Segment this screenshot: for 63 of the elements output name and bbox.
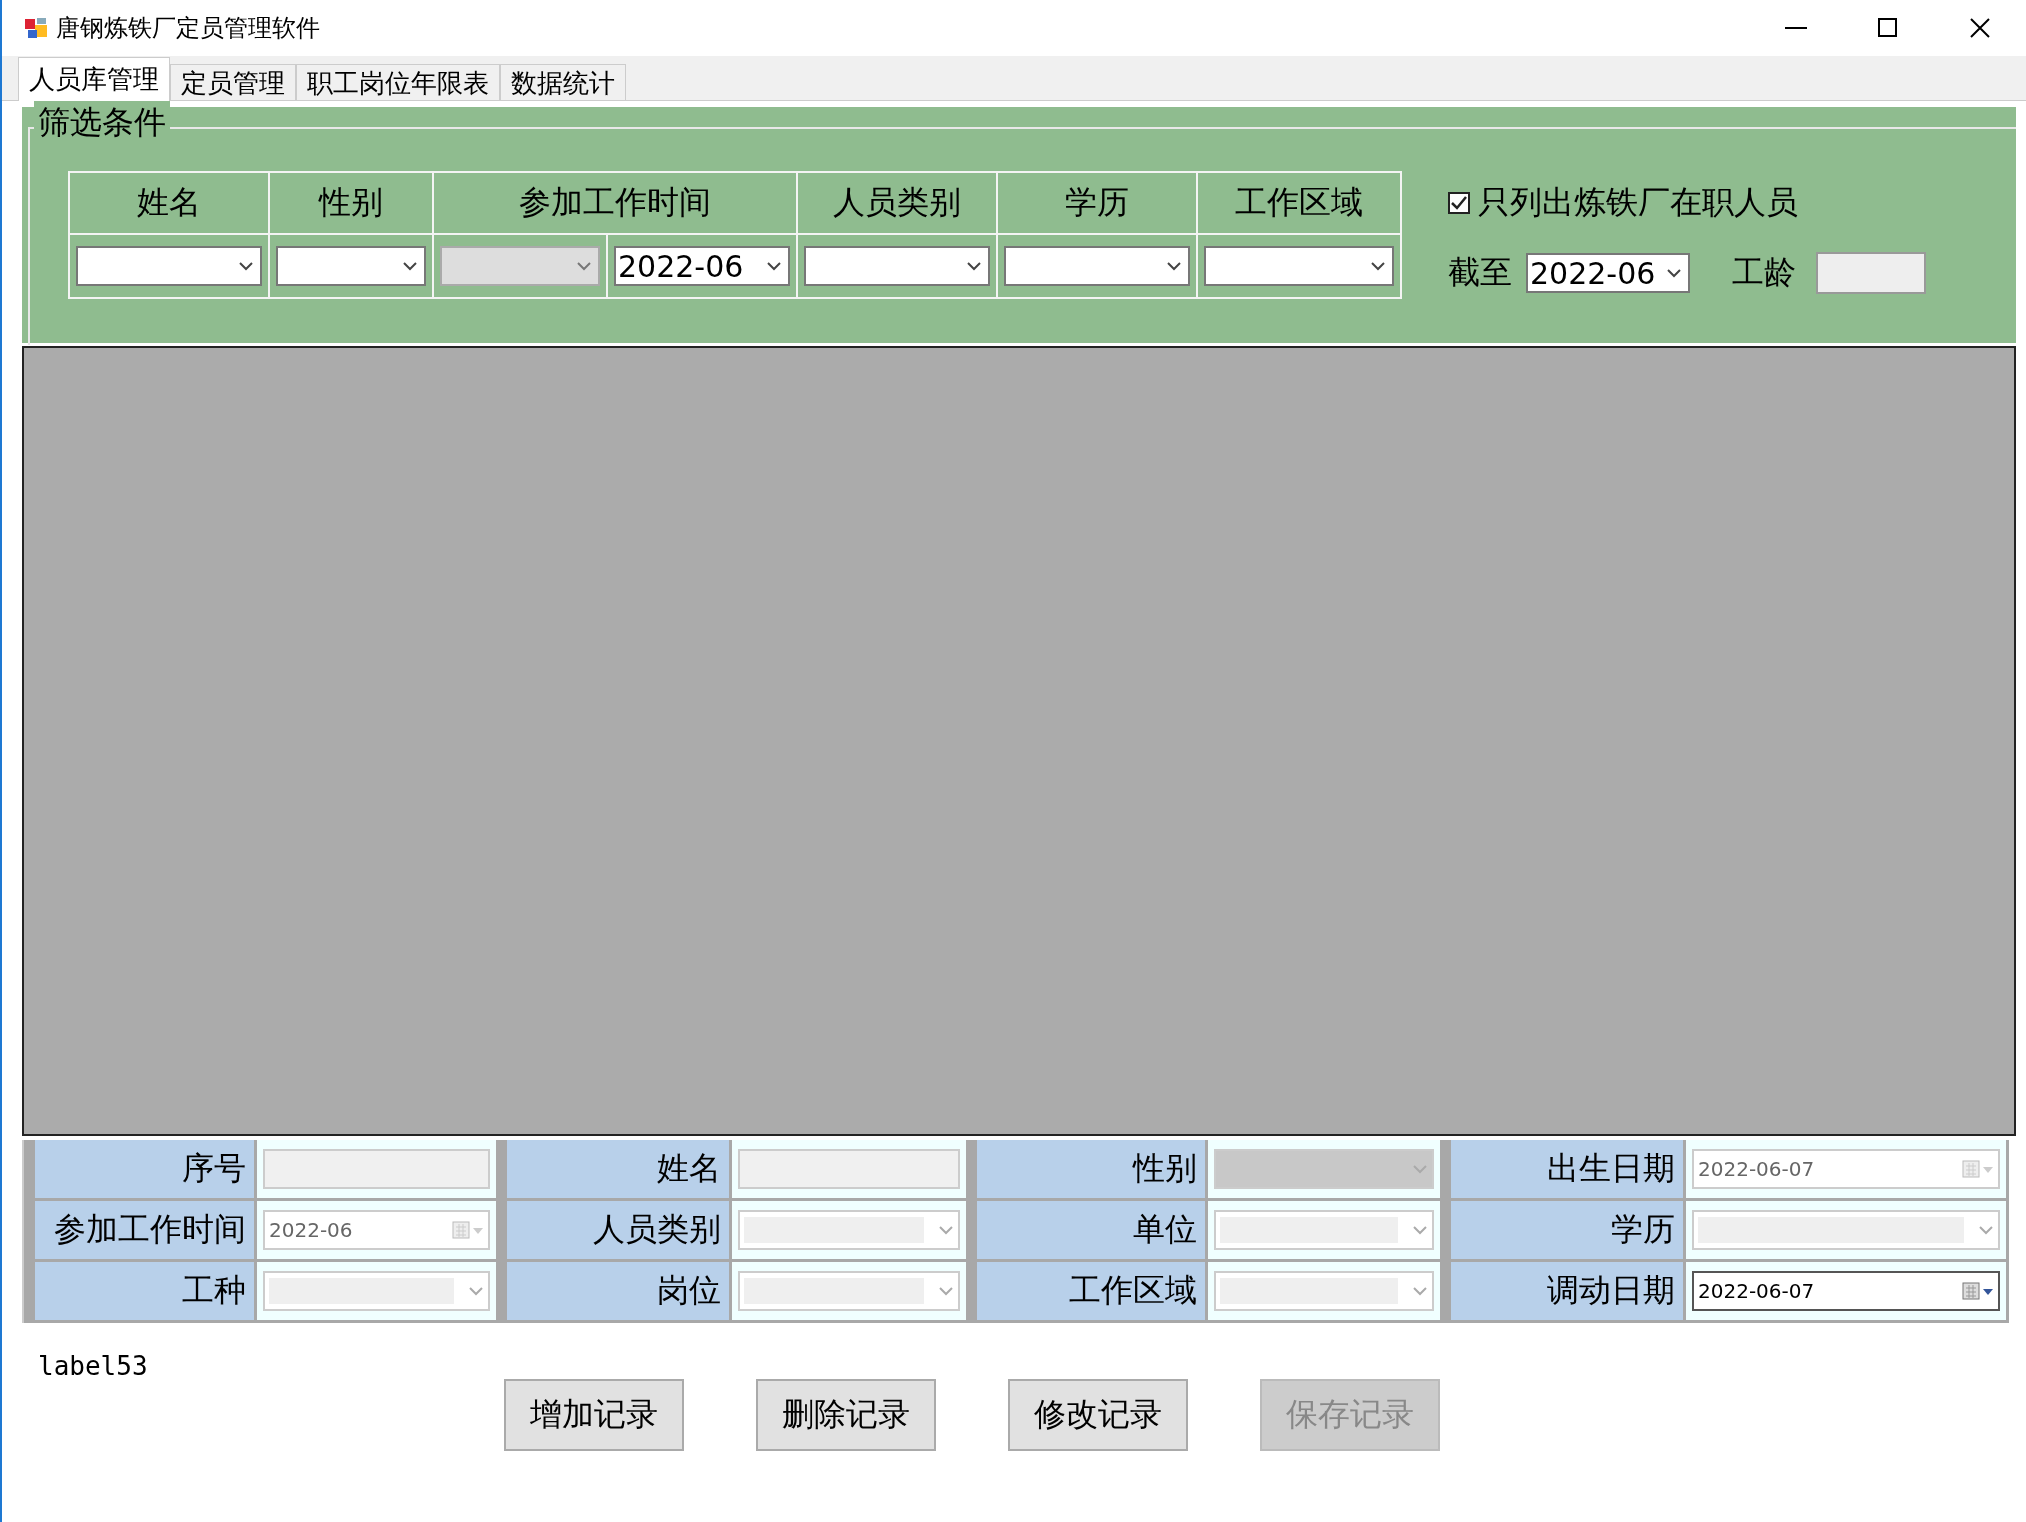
data-grid[interactable] — [22, 346, 2016, 1136]
column-header: 学历 — [998, 173, 1196, 235]
tab[interactable]: 定员管理 — [170, 64, 296, 100]
field-label: 截至 — [1448, 252, 1512, 293]
app-icon — [24, 16, 48, 40]
action-button[interactable]: 修改记录 — [1008, 1379, 1188, 1451]
maximize-icon — [1877, 17, 1899, 39]
caret-icon — [1978, 1224, 1994, 1236]
close-icon — [1969, 17, 1991, 39]
caret-icon — [966, 260, 982, 272]
field-label: 人员类别 — [507, 1201, 729, 1259]
calendar-icon — [1962, 1281, 1994, 1301]
field-label: 学历 — [1451, 1201, 1683, 1259]
tab[interactable]: 人员库管理 — [18, 57, 170, 101]
caret-icon — [766, 260, 782, 272]
caret-icon — [402, 260, 418, 272]
field-label: 性别 — [977, 1140, 1205, 1198]
caret-icon — [1666, 267, 1682, 279]
action-button[interactable]: 删除记录 — [756, 1379, 936, 1451]
field-label: 姓名 — [507, 1140, 729, 1198]
column-header: 姓名 — [70, 173, 268, 235]
minimize-icon — [1785, 27, 1807, 29]
caret-icon — [1412, 1224, 1428, 1236]
window-title: 唐钢炼铁厂定员管理软件 — [56, 13, 321, 44]
column-header: 人员类别 — [798, 173, 996, 235]
field-label: 出生日期 — [1451, 1140, 1683, 1198]
tab[interactable]: 职工岗位年限表 — [296, 64, 500, 100]
check-icon — [1450, 195, 1468, 211]
field-label: 参加工作时间 — [35, 1201, 254, 1259]
caret-icon — [576, 260, 592, 272]
dropdown[interactable] — [1204, 246, 1394, 286]
field-label: 工龄 — [1732, 252, 1796, 293]
caret-icon — [468, 1285, 484, 1297]
checkbox[interactable] — [1448, 192, 1470, 214]
calendar-icon — [452, 1220, 484, 1240]
field-label: 工种 — [35, 1262, 254, 1320]
caret-icon — [1166, 260, 1182, 272]
checkbox-label: 只列出炼铁厂在职人员 — [1478, 182, 1798, 223]
field-label: 序号 — [35, 1140, 254, 1198]
dropdown[interactable]: 2022-06 — [614, 246, 790, 286]
caret-icon — [938, 1224, 954, 1236]
action-button[interactable]: 增加记录 — [504, 1379, 684, 1451]
status-label: label53 — [38, 1351, 148, 1381]
column-header: 工作区域 — [1198, 173, 1400, 235]
field-label: 岗位 — [507, 1262, 729, 1320]
field-label: 单位 — [977, 1201, 1205, 1259]
column-header: 性别 — [270, 173, 432, 235]
dropdown[interactable] — [1004, 246, 1190, 286]
column-header: 参加工作时间 — [434, 173, 796, 235]
caret-icon — [1370, 260, 1386, 272]
field-label: 调动日期 — [1451, 1262, 1683, 1320]
caret-icon — [238, 260, 254, 272]
dropdown[interactable]: 2022-06 — [1526, 253, 1690, 293]
field-label: 工作区域 — [977, 1262, 1205, 1320]
calendar-icon — [1962, 1159, 1994, 1179]
tab[interactable]: 数据统计 — [500, 64, 626, 100]
caret-icon — [1412, 1163, 1428, 1175]
caret-icon — [938, 1285, 954, 1297]
dropdown[interactable] — [76, 246, 262, 286]
date-picker[interactable]: 2022-06-07 — [1692, 1271, 2000, 1311]
caret-icon — [1412, 1285, 1428, 1297]
dropdown[interactable] — [804, 246, 990, 286]
dropdown[interactable] — [276, 246, 426, 286]
